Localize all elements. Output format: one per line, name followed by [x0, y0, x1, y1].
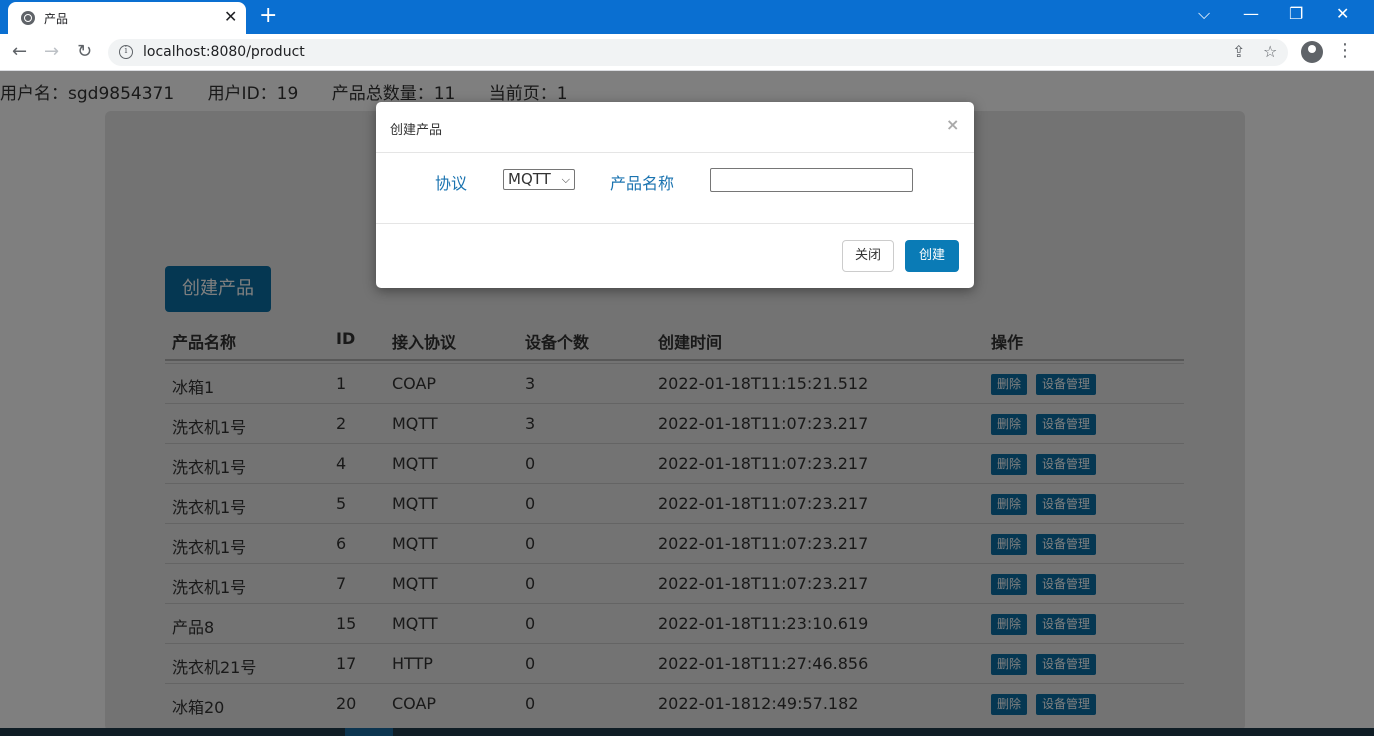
tab-search-icon[interactable]: ⌵ [1198, 4, 1210, 24]
modal-title: 创建产品 [390, 123, 443, 138]
menu-dots-icon[interactable]: ⋮ [1336, 40, 1354, 62]
product-name-label: 产品名称 [610, 174, 675, 193]
close-button[interactable]: 关闭 [842, 240, 894, 272]
modal-close-icon[interactable]: × [946, 115, 959, 134]
forward-arrow-icon[interactable]: → [44, 41, 59, 63]
protocol-select[interactable]: MQTT ⌵ [503, 169, 575, 190]
address-bar: ← → ↻ i localhost:8080/product ⇪ ☆ ⋮ [0, 34, 1374, 71]
url-field[interactable]: i localhost:8080/product ⇪ ☆ [108, 39, 1288, 66]
tab-close-icon[interactable]: ✕ [224, 7, 237, 27]
protocol-label: 协议 [435, 174, 468, 193]
reload-icon[interactable]: ↻ [77, 41, 92, 63]
bookmark-star-icon[interactable]: ☆ [1263, 42, 1277, 62]
browser-tab[interactable]: 产品 ✕ [8, 2, 246, 34]
modal-divider [376, 223, 974, 224]
create-button[interactable]: 创建 [905, 240, 959, 272]
share-icon[interactable]: ⇪ [1232, 42, 1245, 62]
tab-title: 产品 [44, 12, 69, 26]
url-text: localhost:8080/product [143, 44, 305, 60]
modal-divider [376, 152, 974, 153]
profile-avatar-icon[interactable] [1301, 41, 1323, 63]
new-tab-button[interactable]: + [259, 4, 277, 28]
chevron-down-icon: ⌵ [561, 173, 570, 186]
browser-tab-strip: 产品 ✕ + ⌵ — ❐ ✕ [0, 0, 1374, 34]
protocol-selected-value: MQTT [508, 170, 551, 188]
back-arrow-icon[interactable]: ← [12, 41, 27, 63]
create-product-modal: 创建产品 × 协议 MQTT ⌵ 产品名称 关闭 创建 [376, 102, 974, 288]
window-close-icon[interactable]: ✕ [1336, 4, 1349, 24]
globe-icon [21, 11, 35, 25]
info-icon[interactable]: i [119, 45, 133, 59]
product-name-input[interactable] [710, 168, 913, 192]
restore-icon[interactable]: ❐ [1289, 4, 1303, 24]
minimize-icon[interactable]: — [1243, 4, 1259, 24]
